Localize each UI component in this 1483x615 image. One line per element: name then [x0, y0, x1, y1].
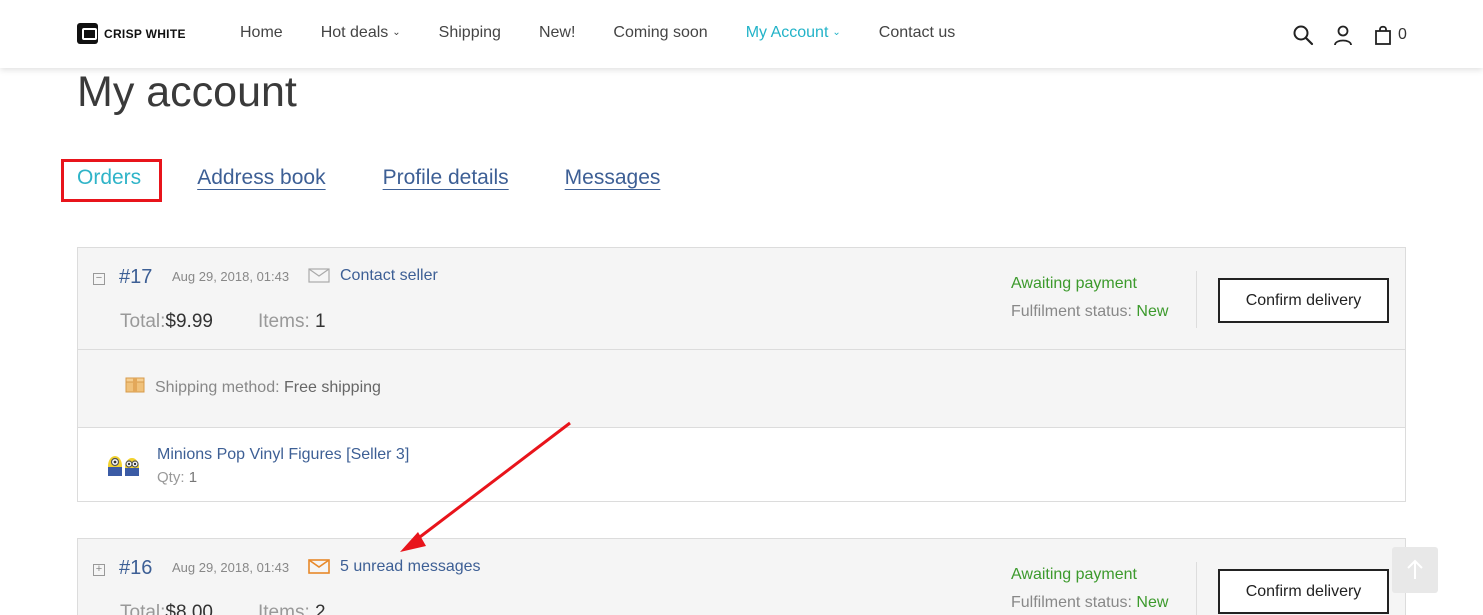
nav-item-my-account[interactable]: My Account ⌄ [746, 24, 841, 42]
page-title: My account [77, 68, 297, 116]
total-label: Total: [120, 311, 166, 332]
product-name-link[interactable]: Minions Pop Vinyl Figures [Seller 3] [157, 446, 409, 464]
unread-envelope-icon [308, 559, 330, 574]
order-total: Total:$9.99 [120, 311, 213, 333]
divider [1196, 271, 1197, 328]
confirm-delivery-button[interactable]: Confirm delivery [1218, 569, 1389, 614]
cart-count: 0 [1398, 26, 1407, 43]
envelope-icon [308, 268, 330, 283]
nav-label: Coming soon [613, 24, 708, 41]
divider [1196, 562, 1197, 615]
brand-name: CRISP WHITE [104, 26, 186, 41]
tab-profile-details[interactable]: Profile details [383, 166, 509, 190]
expand-toggle[interactable]: + [93, 564, 105, 576]
product-thumbnail[interactable] [104, 452, 144, 480]
order-total: Total:$8.00 [120, 602, 213, 615]
site-header: CRISP WHITE Home Hot deals ⌄ Shipping New… [0, 0, 1483, 68]
arrow-up-icon [1407, 559, 1423, 579]
items-label: Items: [258, 311, 310, 332]
brand-logo[interactable]: CRISP WHITE [77, 23, 186, 44]
payment-status: Awaiting payment [1011, 275, 1137, 292]
order-card: − #17 Aug 29, 2018, 01:43 Contact seller… [77, 247, 1406, 502]
nav-item-shipping[interactable]: Shipping [439, 24, 501, 42]
order-items: Items: 1 [258, 311, 326, 333]
shipping-label: Shipping method: [155, 379, 280, 396]
fulfilment-label: Fulfilment status: [1011, 303, 1132, 320]
back-to-top-button[interactable] [1392, 547, 1438, 593]
qty-label: Qty: [157, 469, 185, 486]
nav-label: Contact us [878, 24, 956, 41]
product-row: Minions Pop Vinyl Figures [Seller 3] Qty… [78, 428, 1405, 501]
order-date: Aug 29, 2018, 01:43 [172, 560, 290, 575]
tab-messages[interactable]: Messages [565, 166, 661, 190]
order-number[interactable]: #17 [119, 266, 152, 289]
shipping-row: Shipping method: Free shipping [78, 350, 1405, 428]
order-card: + #16 Aug 29, 2018, 01:43 5 unread messa… [77, 538, 1406, 615]
logo-icon [77, 23, 98, 44]
items-label: Items: [258, 602, 310, 615]
package-icon [125, 377, 145, 393]
nav-item-home[interactable]: Home [240, 24, 283, 42]
nav-label: Shipping [438, 24, 501, 41]
total-label: Total: [120, 602, 166, 615]
user-icon[interactable] [1332, 24, 1354, 46]
nav-item-coming-soon[interactable]: Coming soon [613, 24, 707, 42]
total-value: $9.99 [165, 311, 213, 332]
items-value: 2 [315, 602, 326, 615]
fulfilment-status: Fulfilment status: New [1011, 303, 1168, 321]
payment-status: Awaiting payment [1011, 566, 1137, 583]
fulfilment-value: New [1136, 303, 1169, 320]
nav-item-contact-us[interactable]: Contact us [879, 24, 955, 42]
order-items: Items: 2 [258, 602, 326, 615]
fulfilment-value: New [1136, 594, 1169, 611]
order-number[interactable]: #16 [119, 557, 152, 580]
chevron-down-icon: ⌄ [832, 26, 841, 38]
tab-address-book[interactable]: Address book [197, 166, 325, 190]
order-header: + #16 Aug 29, 2018, 01:43 5 unread messa… [78, 539, 1405, 615]
product-qty: Qty: 1 [157, 469, 197, 486]
fulfilment-status: Fulfilment status: New [1011, 594, 1168, 612]
items-value: 1 [315, 311, 326, 332]
order-header: − #17 Aug 29, 2018, 01:43 Contact seller… [78, 248, 1405, 350]
shipping-method: Shipping method: Free shipping [155, 379, 381, 397]
unread-messages-link[interactable]: 5 unread messages [340, 558, 481, 576]
header-actions: 0 [1292, 24, 1407, 46]
search-icon[interactable] [1292, 24, 1314, 46]
nav-item-new[interactable]: New! [539, 24, 575, 42]
nav-label: Hot deals [320, 24, 389, 41]
order-date: Aug 29, 2018, 01:43 [172, 269, 290, 284]
confirm-delivery-button[interactable]: Confirm delivery [1218, 278, 1389, 323]
annotation-highlight-box [61, 159, 162, 202]
collapse-toggle[interactable]: − [93, 273, 105, 285]
nav-label: My Account [745, 24, 829, 41]
shopping-bag-icon[interactable] [1372, 24, 1394, 46]
nav-label: Home [240, 24, 283, 41]
main-nav: Home Hot deals ⌄ Shipping New! Coming soo… [240, 24, 993, 42]
nav-label: New! [538, 24, 576, 41]
nav-item-hot-deals[interactable]: Hot deals ⌄ [321, 24, 401, 42]
chevron-down-icon: ⌄ [392, 26, 401, 38]
fulfilment-label: Fulfilment status: [1011, 594, 1132, 611]
contact-seller-link[interactable]: Contact seller [340, 267, 438, 285]
account-tabs: Orders Address book Profile details Mess… [77, 166, 660, 190]
total-value: $8.00 [165, 602, 213, 615]
shipping-value: Free shipping [283, 379, 381, 396]
qty-value: 1 [188, 469, 198, 486]
